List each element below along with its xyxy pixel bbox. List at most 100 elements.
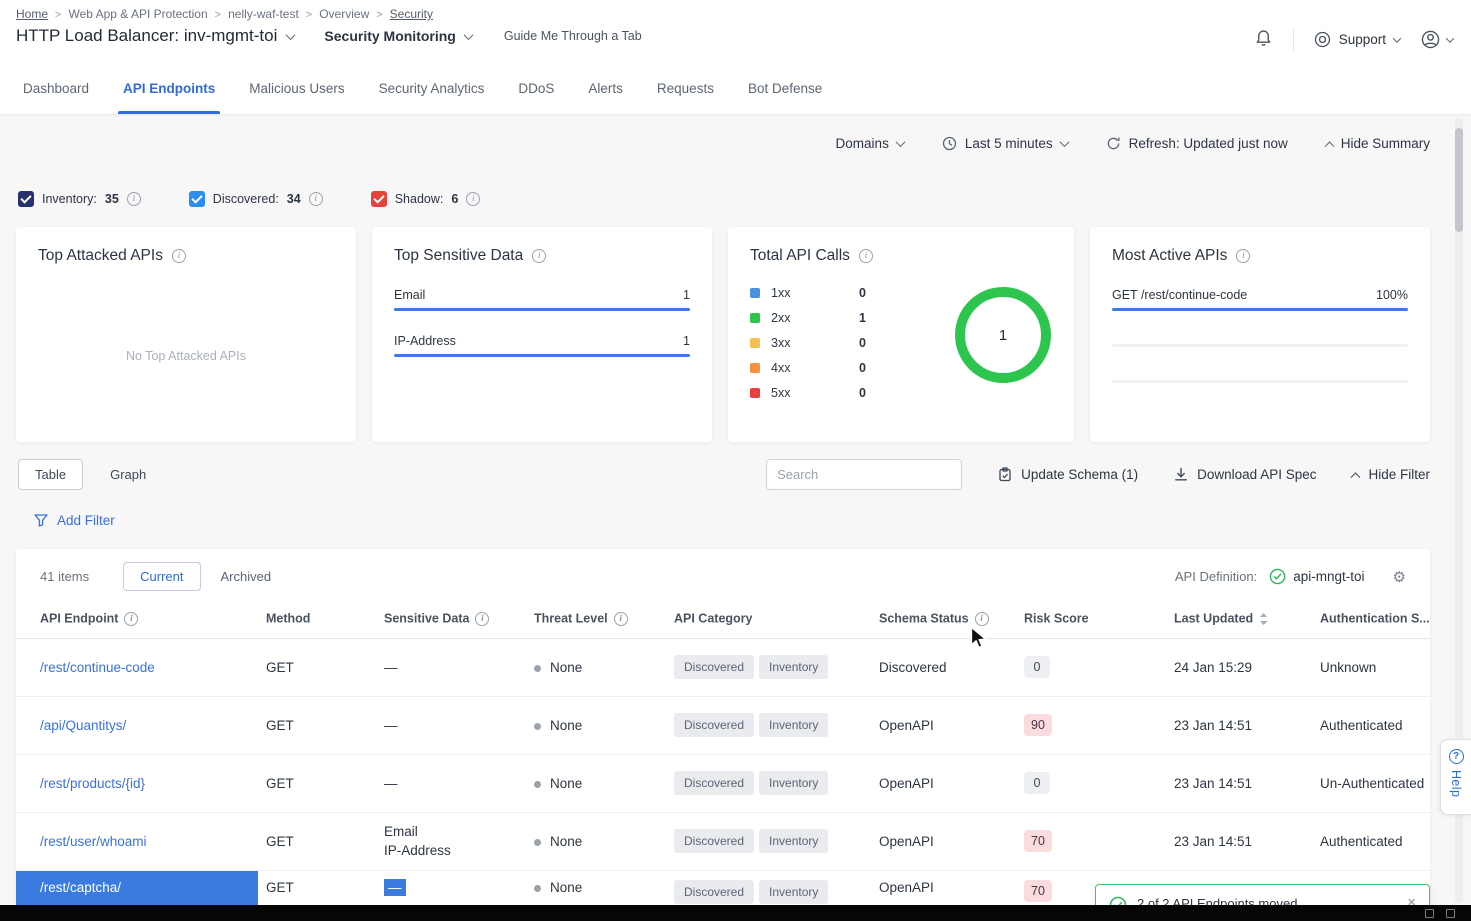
add-filter-button[interactable]: Add Filter [34, 513, 115, 528]
col-last-updated[interactable]: Last Updated [1166, 602, 1312, 638]
filter-inventory[interactable]: Inventory: 35 [18, 191, 141, 207]
category-tag: Discovered [674, 771, 754, 795]
table-row[interactable]: /api/Quantitys/ GET — None DiscoveredInv… [16, 696, 1430, 754]
info-icon[interactable] [532, 249, 546, 263]
top-header: Home Web App & API Protection nelly-waf-… [0, 0, 1471, 62]
scrollbar-thumb[interactable] [1455, 128, 1463, 232]
tab-malicious-users[interactable]: Malicious Users [232, 62, 361, 114]
support-label: Support [1339, 32, 1386, 47]
time-range-dropdown[interactable]: Last 5 minutes [942, 136, 1068, 151]
tab-requests[interactable]: Requests [640, 62, 731, 114]
col-schema-status[interactable]: Schema Status [871, 602, 1016, 638]
info-icon[interactable] [172, 249, 186, 263]
endpoint-link[interactable]: /rest/continue-code [40, 660, 155, 675]
tab-security-analytics[interactable]: Security Analytics [362, 62, 502, 114]
endpoint-link[interactable]: /rest/products/{id} [40, 776, 145, 791]
info-icon[interactable] [975, 612, 989, 626]
breadcrumb-security[interactable]: Security [390, 7, 433, 21]
api-calls-donut-chart: 1 [954, 286, 1052, 384]
info-icon[interactable] [859, 249, 873, 263]
card-top-attacked-apis: Top Attacked APIs No Top Attacked APIs [16, 227, 356, 442]
legend-swatch [750, 313, 760, 323]
table-row[interactable]: /rest/continue-code GET — None Discovere… [16, 638, 1430, 696]
app-page: Home Web App & API Protection nelly-waf-… [0, 0, 1471, 921]
info-icon[interactable] [309, 192, 323, 206]
refresh-button[interactable]: Refresh: Updated just now [1106, 136, 1288, 151]
sensitive-data-label: IP-Address [394, 334, 456, 348]
tab-alerts[interactable]: Alerts [571, 62, 640, 114]
checkbox-checked-icon[interactable] [18, 191, 34, 207]
api-definition-value: api-mngt-toi [1293, 569, 1364, 584]
download-api-spec-label: Download API Spec [1197, 467, 1316, 482]
col-authentication-state[interactable]: Authentication S... [1312, 602, 1430, 638]
breadcrumb: Home Web App & API Protection nelly-waf-… [16, 7, 642, 21]
player-control-icon [1446, 909, 1455, 918]
legend-value: 0 [859, 336, 902, 350]
tab-dashboard[interactable]: Dashboard [6, 62, 106, 114]
support-menu[interactable]: Support [1314, 31, 1400, 48]
table-row[interactable]: /rest/user/whoami GET EmailIP-Address No… [16, 812, 1430, 870]
col-sensitive-data[interactable]: Sensitive Data [376, 602, 526, 638]
current-tab-button[interactable]: Current [123, 562, 200, 591]
table-view-button[interactable]: Table [18, 459, 83, 490]
items-count: 41 items [40, 569, 89, 584]
category-tag: Inventory [759, 829, 828, 853]
support-icon [1314, 31, 1331, 48]
breadcrumb-separator [376, 7, 382, 21]
tab-ddos[interactable]: DDoS [501, 62, 571, 114]
chevron-down-icon [895, 137, 905, 147]
legend-item: 2xx 1 [750, 311, 902, 325]
bar-chart-bar [1112, 308, 1408, 311]
chevron-up-icon [1351, 472, 1361, 482]
filter-shadow[interactable]: Shadow: 6 [371, 191, 481, 207]
endpoint-link[interactable]: /api/Quantitys/ [40, 718, 126, 733]
risk-score-badge: 0 [1024, 656, 1050, 678]
search-input[interactable] [766, 459, 962, 490]
info-icon[interactable] [1236, 249, 1250, 263]
col-risk-score[interactable]: Risk Score [1016, 602, 1166, 638]
api-definition-link[interactable]: api-mngt-toi [1269, 568, 1364, 585]
page-title: HTTP Load Balancer: inv-mgmt-toi [16, 26, 277, 46]
hide-filter-toggle[interactable]: Hide Filter [1352, 467, 1430, 482]
guide-me-link[interactable]: Guide Me Through a Tab [504, 29, 642, 43]
breadcrumb-home[interactable]: Home [16, 7, 48, 21]
info-icon[interactable] [614, 612, 628, 626]
endpoint-link[interactable]: /rest/captcha/ [40, 880, 121, 895]
hide-summary-toggle[interactable]: Hide Summary [1326, 136, 1430, 151]
checkbox-checked-icon[interactable] [371, 191, 387, 207]
breadcrumb-waap: Web App & API Protection [68, 7, 207, 21]
chevron-down-icon[interactable] [286, 30, 296, 40]
col-threat-level[interactable]: Threat Level [526, 602, 666, 638]
update-schema-button[interactable]: Update Schema (1) [998, 467, 1138, 482]
col-method[interactable]: Method [258, 602, 376, 638]
col-api-endpoint[interactable]: API Endpoint [16, 602, 258, 638]
domains-dropdown[interactable]: Domains [836, 136, 904, 151]
account-menu[interactable] [1420, 29, 1453, 50]
tab-bot-defense[interactable]: Bot Defense [731, 62, 839, 114]
breadcrumb-nelly-waf-test: nelly-waf-test [228, 7, 299, 21]
col-api-category[interactable]: API Category [666, 602, 871, 638]
graph-view-button[interactable]: Graph [93, 459, 163, 490]
archived-tab-button[interactable]: Archived [209, 563, 284, 590]
info-icon[interactable] [466, 192, 480, 206]
info-icon[interactable] [124, 612, 138, 626]
funnel-icon [34, 514, 48, 527]
download-api-spec-button[interactable]: Download API Spec [1174, 467, 1316, 482]
tab-api-endpoints[interactable]: API Endpoints [106, 62, 232, 114]
notifications-bell-icon[interactable] [1254, 27, 1273, 52]
endpoint-link[interactable]: /rest/user/whoami [40, 834, 147, 849]
legend-label: 5xx [771, 386, 790, 400]
filter-discovered[interactable]: Discovered: 34 [189, 191, 323, 207]
security-monitoring-dropdown[interactable]: Security Monitoring [324, 28, 471, 44]
info-icon[interactable] [475, 612, 489, 626]
help-tab[interactable]: Help [1440, 739, 1471, 815]
api-endpoints-table: API Endpoint Method Sensitive Data Threa… [16, 602, 1430, 905]
table-row[interactable]: /rest/products/{id} GET — None Discovere… [16, 754, 1430, 812]
update-schema-label: Update Schema (1) [1021, 467, 1138, 482]
checkbox-checked-icon[interactable] [189, 191, 205, 207]
chevron-down-icon [1393, 34, 1401, 42]
info-icon[interactable] [127, 192, 141, 206]
bar-chart-bar [394, 354, 690, 357]
gear-icon[interactable] [1393, 568, 1406, 586]
filter-count: 6 [451, 192, 458, 206]
